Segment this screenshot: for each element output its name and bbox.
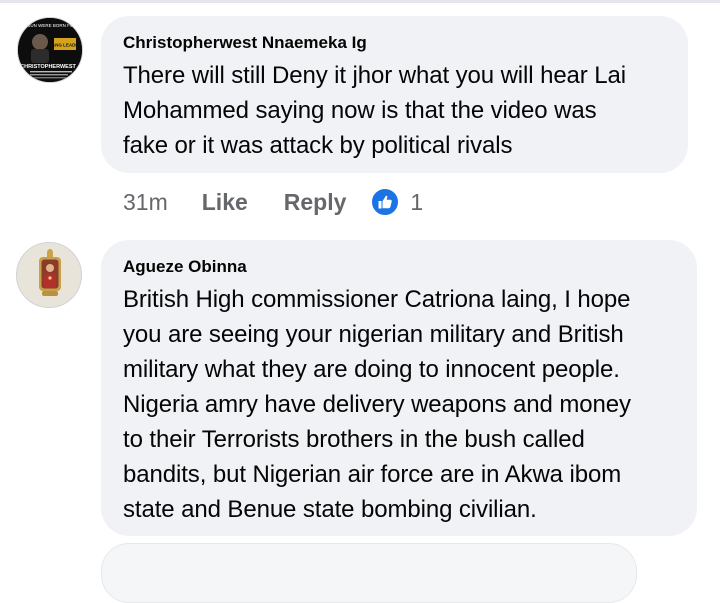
top-divider: [0, 0, 720, 3]
reply-button[interactable]: Reply: [284, 189, 347, 216]
comment-timestamp[interactable]: 31m: [123, 189, 168, 216]
comment-bubble: Christopherwest Nnaemeka Ig There will s…: [101, 16, 688, 173]
avatar[interactable]: IT JUN WERE BORN FOR? GANG LEADER CHRIST…: [17, 17, 83, 83]
comment-actions: 31m Like Reply 1: [123, 185, 423, 219]
avatar-image: IT JUN WERE BORN FOR? GANG LEADER CHRIST…: [18, 18, 82, 82]
like-button[interactable]: Like: [202, 189, 248, 216]
comment-bubble: Agueze Obinna British High commissioner …: [101, 240, 697, 536]
avatar-badge: GANG LEADER: [48, 43, 82, 48]
avatar-image: [17, 243, 81, 307]
avatar-caption: IT JUN WERE BORN FOR?: [23, 23, 80, 28]
comment-author[interactable]: Christopherwest Nnaemeka Ig: [123, 33, 664, 53]
comment-text: British High commissioner Catriona laing…: [123, 286, 631, 523]
thumbs-up-glyph: [378, 195, 393, 209]
comment-text: There will still Deny it jhor what you w…: [123, 62, 626, 159]
next-comment-bubble: [101, 543, 637, 603]
avatar-name: CHRISTOPHERWEST: [20, 64, 76, 70]
reaction-count[interactable]: 1: [410, 189, 423, 216]
avatar[interactable]: [16, 242, 82, 308]
comment-author[interactable]: Agueze Obinna: [123, 257, 673, 277]
thumbs-up-icon[interactable]: [370, 187, 401, 217]
